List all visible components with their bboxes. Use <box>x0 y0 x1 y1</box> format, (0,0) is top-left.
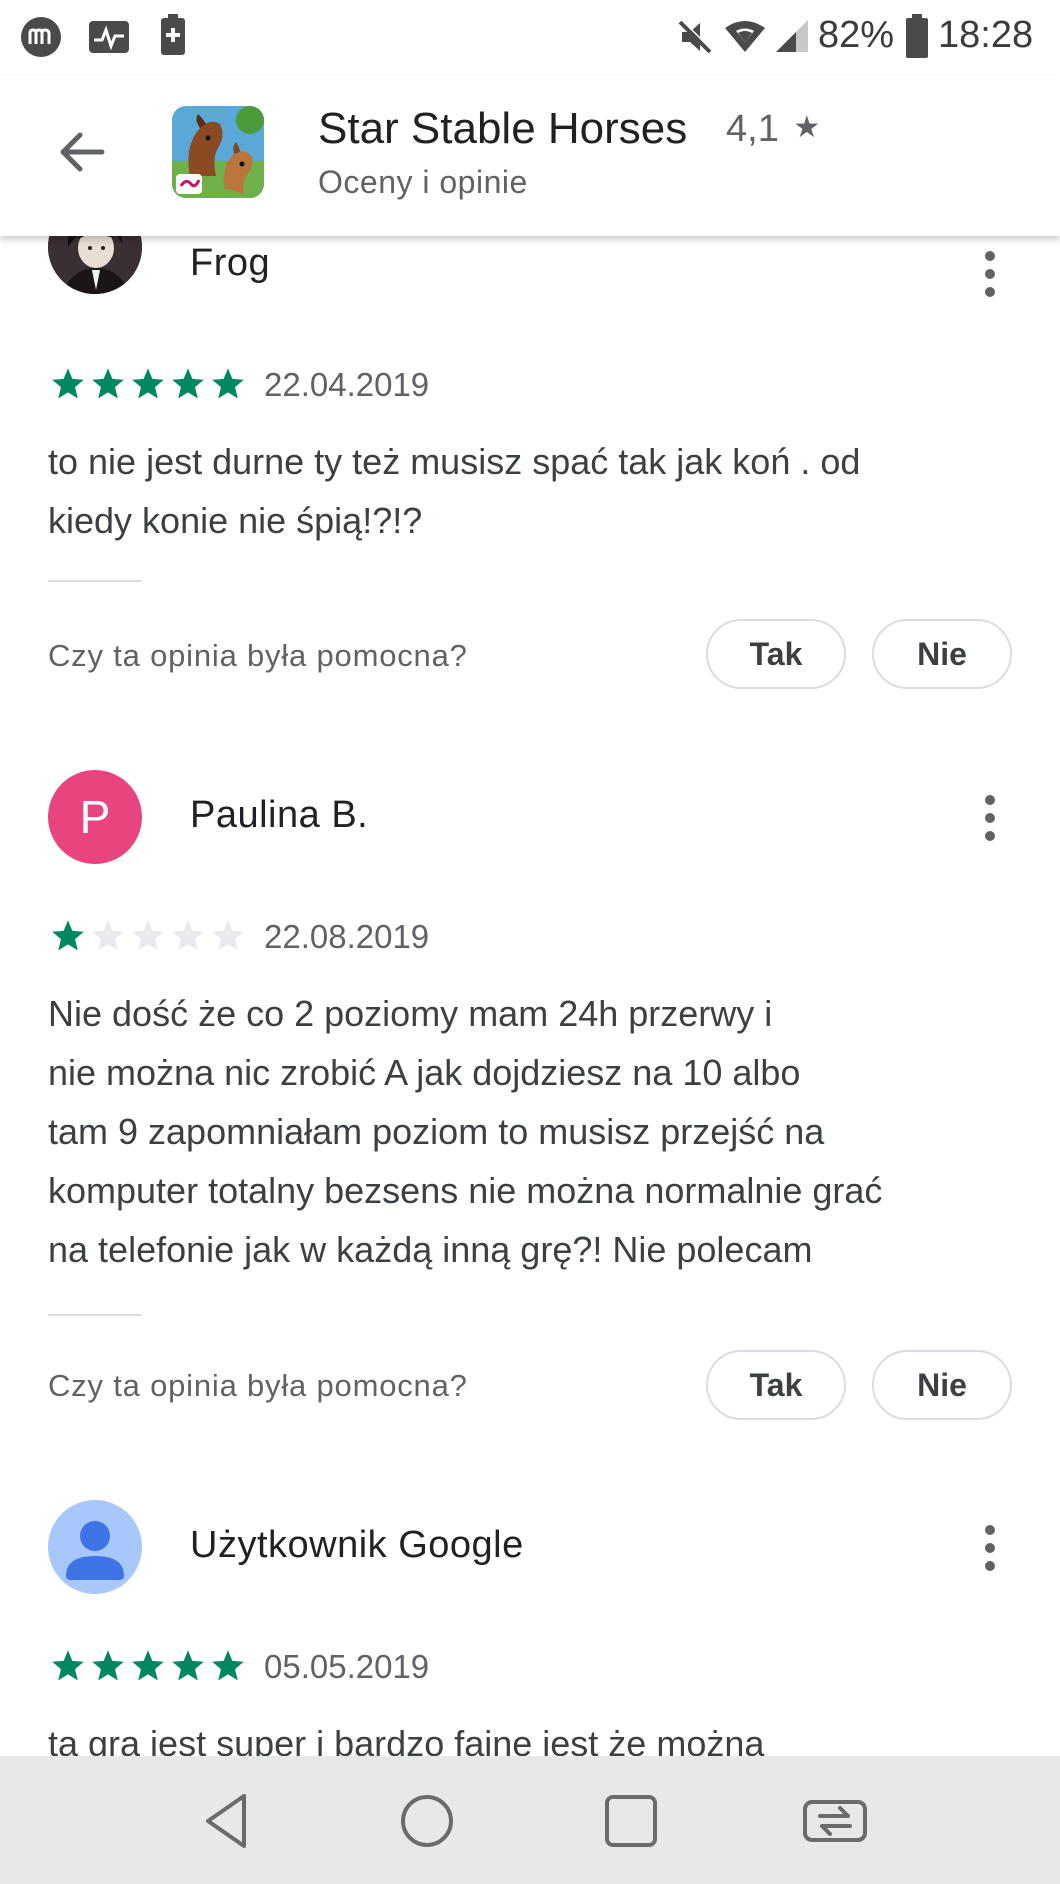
app-title: Star Stable Horses <box>318 104 688 153</box>
messenger-notification-icon <box>21 17 61 57</box>
cell-signal-icon <box>776 20 808 52</box>
reviewer-name: Frog <box>190 242 271 284</box>
review-text-line: nie można nic zrobić A jak dojdziesz na … <box>48 1052 801 1093</box>
more-vert-icon[interactable] <box>972 1518 1008 1578</box>
status-bar: 82% 18:28 <box>0 0 1060 76</box>
divider <box>48 580 142 582</box>
review-text: ta gra jest super i bardzo faine jest że… <box>48 1714 1018 1756</box>
wifi-icon <box>725 21 765 52</box>
star-icon <box>52 920 84 951</box>
review-text-line: komputer totalny bezsens nie można norma… <box>48 1170 883 1211</box>
square-recents-icon[interactable] <box>596 1786 666 1856</box>
battery-icon <box>906 14 928 58</box>
star-icon <box>212 368 244 399</box>
user-photo <box>48 236 142 294</box>
review-text-line: Nie dość że co 2 poziomy mam 24h przerwy… <box>48 993 773 1034</box>
review-text-line: kiedy konie nie śpią!?!? <box>48 500 423 541</box>
battery-percent: 82% <box>818 14 895 56</box>
helpful-question: Czy ta opinia była pomocna? <box>48 1368 468 1403</box>
mute-icon <box>678 19 713 54</box>
review-text: Nie dość że co 2 poziomy mam 24h przerwy… <box>48 984 1018 1279</box>
rating-star-icon: ★ <box>793 111 821 144</box>
app-rating-value: 4,1 <box>726 108 779 150</box>
star-icon <box>212 1650 244 1681</box>
more-vert-icon[interactable] <box>972 244 1008 304</box>
battery-saver-notification-icon <box>161 14 185 55</box>
reviewer-name: Paulina B. <box>190 794 369 836</box>
app-switch-icon[interactable] <box>800 1786 870 1856</box>
star-icon <box>212 920 244 951</box>
star-rating <box>48 1648 248 1684</box>
avatar[interactable] <box>48 236 142 294</box>
star-rating <box>48 366 248 402</box>
avatar-letter: P <box>79 791 111 843</box>
review-date: 22.04.2019 <box>264 366 430 403</box>
page-subtitle: Oceny i opinie <box>318 164 528 200</box>
helpful-no-button[interactable]: Nie <box>872 619 1012 689</box>
review-date: 22.08.2019 <box>264 918 430 955</box>
star-icon <box>92 920 124 951</box>
arrow-back-icon[interactable] <box>52 122 112 182</box>
app-icon[interactable] <box>172 106 264 198</box>
clock: 18:28 <box>938 14 1034 56</box>
reviewer-name: Użytkownik Google <box>190 1524 524 1566</box>
avatar[interactable]: P <box>48 770 142 864</box>
star-icon <box>172 368 204 399</box>
star-icon <box>132 920 164 951</box>
star-icon <box>132 1650 164 1681</box>
system-nav-bar <box>0 1756 1060 1884</box>
star-icon <box>52 368 84 399</box>
default-user-icon <box>66 1521 124 1580</box>
helpful-yes-button[interactable]: Tak <box>706 619 846 689</box>
star-icon <box>172 1650 204 1681</box>
review-text: to nie jest durne ty też musisz spać tak… <box>48 432 1018 550</box>
avatar[interactable] <box>48 1500 142 1594</box>
divider <box>48 1314 142 1316</box>
review-text-line: to nie jest durne ty też musisz spać tak… <box>48 441 861 482</box>
more-vert-icon[interactable] <box>972 788 1008 848</box>
review-text-line: na telefonie jak w każdą inną grę?! Nie … <box>48 1229 813 1270</box>
star-icon <box>52 1650 84 1681</box>
app-rating: 4,1 ★ <box>726 108 820 151</box>
reviews-list[interactable]: Frog 22.04.2019 to nie jest durne ty też… <box>0 236 1060 1756</box>
helpful-question: Czy ta opinia była pomocna? <box>48 638 468 673</box>
review-text-line: tam 9 zapomniałam poziom to musisz przej… <box>48 1111 825 1152</box>
star-icon <box>132 368 164 399</box>
helpful-no-button[interactable]: Nie <box>872 1350 1012 1420</box>
activity-notification-icon <box>89 21 129 53</box>
review-text-line: ta gra jest super i bardzo faine jest że… <box>48 1723 765 1756</box>
star-icon <box>172 920 204 951</box>
star-icon <box>92 1650 124 1681</box>
review-date: 05.05.2019 <box>264 1648 430 1685</box>
star-rating <box>48 918 248 954</box>
circle-home-icon[interactable] <box>392 1786 462 1856</box>
star-icon <box>92 368 124 399</box>
triangle-back-icon[interactable] <box>192 1786 262 1856</box>
helpful-yes-button[interactable]: Tak <box>706 1350 846 1420</box>
app-header: Star Stable Horses 4,1 ★ Oceny i opinie <box>0 76 1060 236</box>
